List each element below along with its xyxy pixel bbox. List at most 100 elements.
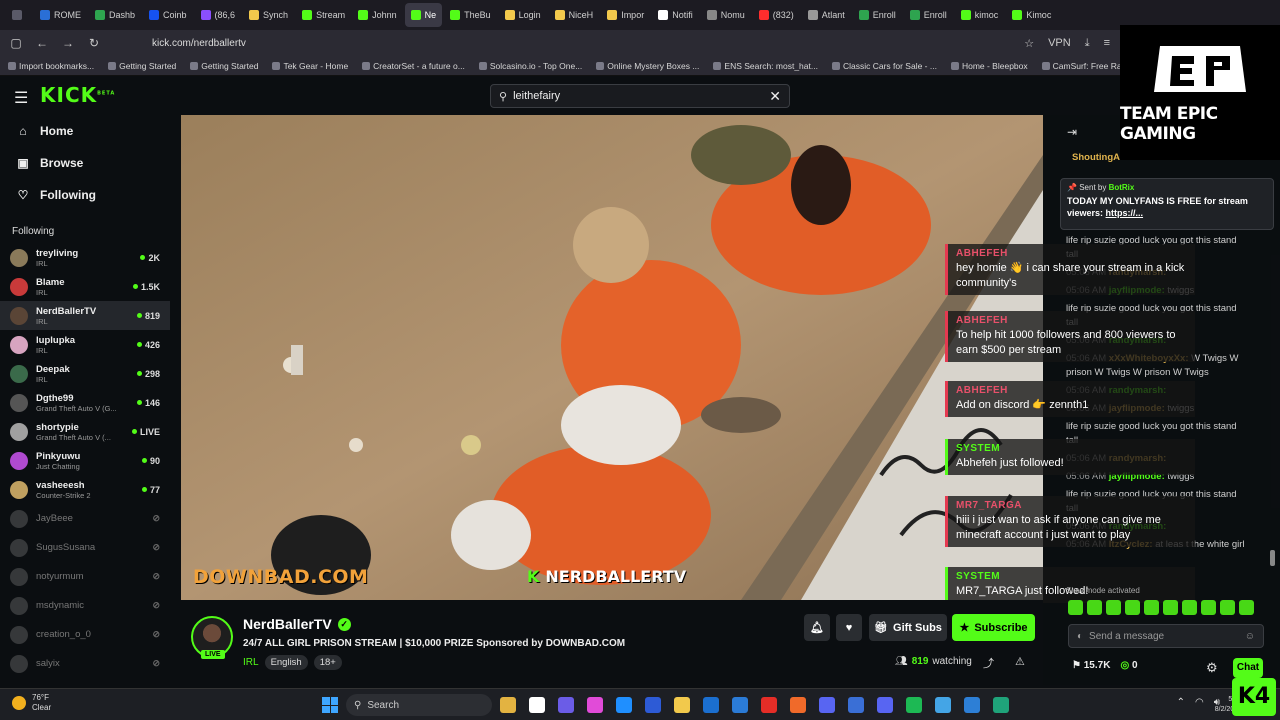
browser-tab[interactable]: Enroll (853, 3, 902, 27)
taskbar-app-icon[interactable] (500, 697, 516, 713)
chat-input[interactable]: ◐ Send a message ☺ (1068, 624, 1264, 648)
emote[interactable] (1068, 600, 1083, 615)
pinned-link[interactable]: https://... (1106, 208, 1144, 218)
subscribe-button[interactable]: ★ Subscribe (952, 614, 1035, 641)
taskbar-app-icon[interactable] (761, 697, 777, 713)
followed-channel[interactable]: creation_o_0 ⊘ (0, 620, 170, 649)
followed-channel[interactable]: msdynamic ⊘ (0, 591, 170, 620)
bookmark-item[interactable]: Getting Started (190, 61, 258, 71)
taskbar-app-icon[interactable] (529, 697, 545, 713)
chat-scrollbar[interactable] (1270, 550, 1275, 566)
browser-tab[interactable]: kimoc (955, 3, 1005, 27)
taskbar-app-icon[interactable] (732, 697, 748, 713)
taskbar-app-icon[interactable] (674, 697, 690, 713)
chat-send-button[interactable]: Chat (1233, 658, 1263, 678)
bookmark-star-icon[interactable]: ☆ (1024, 37, 1034, 50)
browser-tab[interactable]: Nomu (701, 3, 751, 27)
category-link[interactable]: IRL (243, 657, 259, 668)
browser-tab[interactable]: (832) (753, 3, 800, 27)
taskbar-app-icon[interactable] (819, 697, 835, 713)
sidebar-toggle-icon[interactable]: ▢ (8, 36, 24, 50)
browser-tab[interactable]: Impor (601, 3, 650, 27)
followed-channel[interactable]: shortypie Grand Theft Auto V (... LIVE (0, 417, 170, 446)
taskbar-app-icon[interactable] (993, 697, 1009, 713)
emote[interactable] (1144, 600, 1159, 615)
bookmark-item[interactable]: ENS Search: most_hat... (713, 61, 818, 71)
download-icon[interactable]: ⤓ (1085, 37, 1090, 50)
browser-tab[interactable]: NiceH (549, 3, 600, 27)
wifi-icon[interactable]: ◠ (1195, 697, 1204, 708)
url-field[interactable]: kick.com/nerdballertv (152, 38, 246, 49)
emote[interactable] (1220, 600, 1235, 615)
bookmark-item[interactable]: Online Mystery Boxes ... (596, 61, 699, 71)
taskbar-app-icon[interactable] (616, 697, 632, 713)
browser-tab[interactable]: TheBu (444, 3, 497, 27)
emoji-icon[interactable]: ☺ (1245, 631, 1255, 642)
bookmark-item[interactable]: Tek Gear - Home (272, 61, 348, 71)
weather-widget[interactable]: 76°F Clear (12, 693, 51, 713)
clear-search-icon[interactable]: ✕ (769, 88, 781, 105)
follow-heart-button[interactable]: ♥ (836, 614, 862, 641)
nav-following[interactable]: ♡ Following (0, 179, 170, 211)
browser-tab[interactable]: Login (499, 3, 547, 27)
chevron-up-icon[interactable]: ⌃ (1177, 697, 1185, 708)
followed-channel[interactable]: vasheeesh Counter-Strike 2 77 (0, 475, 170, 504)
followed-channel[interactable]: NerdBallerTV IRL 819 (0, 301, 170, 330)
kicks-counter[interactable]: ⚑ 15.7K (1072, 660, 1110, 671)
nav-browse[interactable]: ▣ Browse (0, 147, 170, 179)
search-value[interactable]: leithefairy (513, 90, 763, 102)
browser-tab[interactable]: Ne (404, 3, 443, 27)
notification-bell-button[interactable]: 🔔︎ (804, 614, 830, 641)
nav-home[interactable]: ⌂ Home (0, 115, 170, 147)
followed-channel[interactable]: SugusSusana ⊘ (0, 533, 170, 562)
browser-tab[interactable]: Enroll (904, 3, 953, 27)
gift-subs-button[interactable]: 🎁︎ Gift Subs (869, 614, 947, 641)
emote[interactable] (1182, 600, 1197, 615)
windows-start-icon[interactable] (322, 697, 338, 713)
taskbar-app-icon[interactable] (848, 697, 864, 713)
browser-tab[interactable]: ROME (34, 3, 87, 27)
taskbar-app-icon[interactable] (906, 697, 922, 713)
vpn-button[interactable]: VPN (1048, 37, 1071, 49)
menu-icon[interactable]: ☰ (14, 88, 28, 108)
back-icon[interactable]: ← (34, 36, 50, 50)
report-icon[interactable]: ⚠ (1015, 655, 1025, 668)
points-counter[interactable]: ◎ 0 (1120, 660, 1137, 671)
bookmark-item[interactable]: Import bookmarks... (8, 61, 94, 71)
reload-icon[interactable]: ↻ (86, 36, 102, 50)
emote[interactable] (1087, 600, 1102, 615)
emote[interactable] (1163, 600, 1178, 615)
browser-tab[interactable]: (86,6 (195, 3, 242, 27)
taskbar-app-icon[interactable] (703, 697, 719, 713)
emote[interactable] (1106, 600, 1121, 615)
bookmark-item[interactable]: Getting Started (108, 61, 176, 71)
pinned-message[interactable]: 📌 Sent by BotRix TODAY MY ONLYFANS IS FR… (1060, 178, 1274, 230)
browser-tab[interactable] (6, 3, 32, 27)
taskbar-app-icon[interactable] (558, 697, 574, 713)
browser-tab[interactable]: Notifi (652, 3, 699, 27)
followed-channel[interactable]: salyix ⊘ (0, 649, 170, 678)
browser-tab[interactable]: Dashb (89, 3, 141, 27)
collapse-chat-icon[interactable]: ⇥ (1067, 125, 1077, 139)
followed-channel[interactable]: luplupka IRL 426 (0, 330, 170, 359)
taskbar-app-icon[interactable] (587, 697, 603, 713)
emote[interactable] (1201, 600, 1216, 615)
share-icon[interactable]: ⤴ (983, 655, 994, 671)
taskbar-app-icon[interactable] (877, 697, 893, 713)
taskbar-search[interactable]: ⚲ Search (346, 694, 492, 716)
followed-channel[interactable]: notyurmum ⊘ (0, 562, 170, 591)
taskbar-app-icon[interactable] (790, 697, 806, 713)
browser-tab[interactable]: Johnn (352, 3, 403, 27)
bookmark-item[interactable]: CreatorSet - a future o... (362, 61, 465, 71)
browser-tab[interactable]: Atlant (802, 3, 851, 27)
search-input[interactable]: ⚲ leithefairy ✕ (490, 84, 790, 108)
emote[interactable] (1239, 600, 1254, 615)
bookmark-item[interactable]: Classic Cars for Sale - ... (831, 61, 937, 71)
followed-channel[interactable]: Blame IRL 1.5K (0, 272, 170, 301)
followed-channel[interactable]: JayBeee ⊘ (0, 504, 170, 533)
browser-tab[interactable]: Coinb (143, 3, 193, 27)
taskbar-app-icon[interactable] (964, 697, 980, 713)
tag[interactable]: 18+ (313, 655, 342, 670)
tag[interactable]: English (264, 655, 308, 670)
followed-channel[interactable]: Pinkyuwu Just Chatting 90 (0, 446, 170, 475)
